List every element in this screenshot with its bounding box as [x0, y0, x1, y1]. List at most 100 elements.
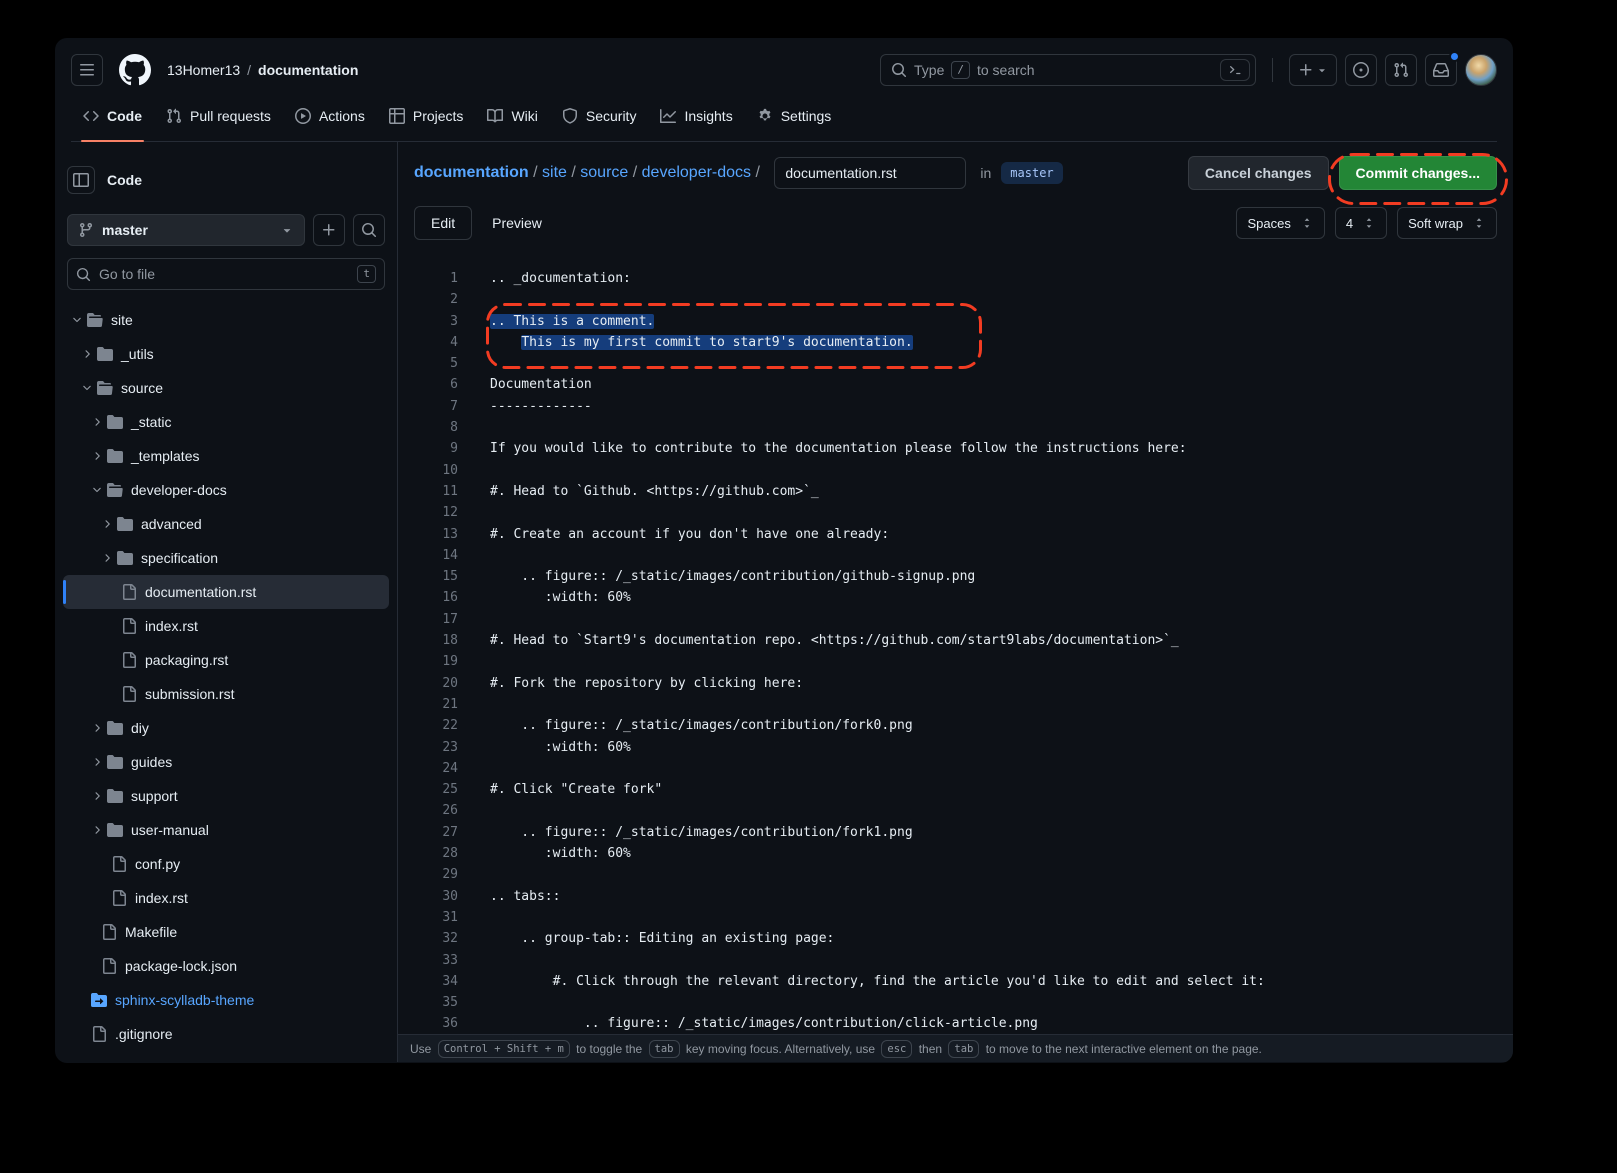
tree-item-_static[interactable]: _static	[63, 405, 389, 439]
code-line-20[interactable]: 20#. Fork the repository by clicking her…	[398, 673, 1513, 694]
tree-item-packaging.rst[interactable]: packaging.rst	[63, 643, 389, 677]
tab-settings[interactable]: Settings	[745, 90, 844, 141]
code-line-1[interactable]: 1.. _documentation:	[398, 268, 1513, 289]
breadcrumb-link[interactable]: source	[580, 164, 628, 182]
global-search-input[interactable]: Type / to search	[880, 54, 1256, 86]
create-new-button[interactable]	[1289, 54, 1337, 86]
tree-item-developer-docs[interactable]: developer-docs	[63, 473, 389, 507]
code-line-10[interactable]: 10	[398, 460, 1513, 481]
tree-item-index.rst[interactable]: index.rst	[63, 609, 389, 643]
code-line-34[interactable]: 34 #. Click through the relevant directo…	[398, 971, 1513, 992]
code-line-18[interactable]: 18#. Head to `Start9's documentation rep…	[398, 630, 1513, 651]
tree-item-package-lock.json[interactable]: package-lock.json	[63, 949, 389, 983]
filename-input[interactable]	[774, 157, 966, 189]
code-line-21[interactable]: 21	[398, 694, 1513, 715]
tab-insights[interactable]: Insights	[648, 90, 744, 141]
branch-row: master	[63, 214, 389, 246]
tree-item-index.rst[interactable]: index.rst	[63, 881, 389, 915]
pull-requests-button[interactable]	[1385, 54, 1417, 86]
breadcrumb-link[interactable]: site	[542, 164, 567, 182]
hamburger-button[interactable]	[71, 54, 103, 86]
collapse-sidebar-button[interactable]	[67, 166, 95, 194]
code-line-33[interactable]: 33	[398, 950, 1513, 971]
new-file-button[interactable]	[313, 214, 345, 246]
user-avatar[interactable]	[1465, 54, 1497, 86]
tree-item-advanced[interactable]: advanced	[63, 507, 389, 541]
code-line-30[interactable]: 30.. tabs::	[398, 886, 1513, 907]
code-line-6[interactable]: 6Documentation	[398, 374, 1513, 395]
code-line-17[interactable]: 17	[398, 609, 1513, 630]
code-line-15[interactable]: 15 .. figure:: /_static/images/contribut…	[398, 566, 1513, 587]
code-line-12[interactable]: 12	[398, 502, 1513, 523]
repo-link[interactable]: documentation	[258, 62, 358, 78]
code-line-11[interactable]: 11#. Head to `Github. <https://github.co…	[398, 481, 1513, 502]
code-line-4[interactable]: 4 This is my first commit to start9's do…	[398, 332, 1513, 353]
code-line-25[interactable]: 25#. Click "Create fork"	[398, 779, 1513, 800]
code-line-36[interactable]: 36 .. figure:: /_static/images/contribut…	[398, 1013, 1513, 1034]
code-line-23[interactable]: 23 :width: 60%	[398, 737, 1513, 758]
go-to-file-input[interactable]: Go to file t	[67, 258, 385, 290]
tab-pull-requests[interactable]: Pull requests	[154, 90, 283, 141]
tree-item-Makefile[interactable]: Makefile	[63, 915, 389, 949]
code-line-5[interactable]: 5	[398, 353, 1513, 374]
tab-code[interactable]: Code	[71, 90, 154, 141]
notifications-button[interactable]	[1425, 54, 1457, 86]
tree-item-.gitignore[interactable]: .gitignore	[63, 1017, 389, 1051]
command-palette-button[interactable]	[1220, 59, 1250, 81]
tree-item-_utils[interactable]: _utils	[63, 337, 389, 371]
code-line-22[interactable]: 22 .. figure:: /_static/images/contribut…	[398, 715, 1513, 736]
search-this-repo-button[interactable]	[353, 214, 385, 246]
branch-badge[interactable]: master	[1001, 162, 1062, 184]
file-icon	[111, 890, 127, 906]
code-line-8[interactable]: 8	[398, 417, 1513, 438]
code-line-2[interactable]: 2	[398, 289, 1513, 310]
tab-projects[interactable]: Projects	[377, 90, 476, 141]
code-line-31[interactable]: 31	[398, 907, 1513, 928]
chevron-right-icon	[91, 824, 103, 836]
tab-edit[interactable]: Edit	[414, 206, 472, 240]
code-line-35[interactable]: 35	[398, 992, 1513, 1013]
chevron-right-icon	[91, 722, 103, 734]
breadcrumb-link[interactable]: documentation	[414, 164, 529, 182]
code-line-7[interactable]: 7-------------	[398, 396, 1513, 417]
commit-changes-button[interactable]: Commit changes...	[1339, 156, 1497, 190]
tree-item-_templates[interactable]: _templates	[63, 439, 389, 473]
code-line-29[interactable]: 29	[398, 864, 1513, 885]
tree-item-specification[interactable]: specification	[63, 541, 389, 575]
tree-item-site[interactable]: site	[63, 303, 389, 337]
tab-security[interactable]: Security	[550, 90, 649, 141]
code-line-16[interactable]: 16 :width: 60%	[398, 587, 1513, 608]
code-line-13[interactable]: 13#. Create an account if you don't have…	[398, 524, 1513, 545]
code-line-28[interactable]: 28 :width: 60%	[398, 843, 1513, 864]
indent-size-select[interactable]: 4	[1335, 207, 1387, 239]
tree-item-guides[interactable]: guides	[63, 745, 389, 779]
code-line-3[interactable]: 3.. This is a comment.	[398, 311, 1513, 332]
tab-wiki[interactable]: Wiki	[475, 90, 549, 141]
tree-item-documentation.rst[interactable]: documentation.rst	[63, 575, 389, 609]
tree-item-source[interactable]: source	[63, 371, 389, 405]
code-line-24[interactable]: 24	[398, 758, 1513, 779]
tree-item-submission.rst[interactable]: submission.rst	[63, 677, 389, 711]
tree-item-sphinx-scylladb-theme[interactable]: sphinx-scylladb-theme	[63, 983, 389, 1017]
breadcrumb-link[interactable]: developer-docs	[642, 164, 751, 182]
code-editor[interactable]: 1.. _documentation:23.. This is a commen…	[398, 248, 1513, 1034]
code-line-9[interactable]: 9If you would like to contribute to the …	[398, 438, 1513, 459]
tree-item-support[interactable]: support	[63, 779, 389, 813]
tree-item-user-manual[interactable]: user-manual	[63, 813, 389, 847]
owner-link[interactable]: 13Homer13	[167, 62, 240, 78]
branch-selector[interactable]: master	[67, 214, 305, 246]
tab-actions[interactable]: Actions	[283, 90, 377, 141]
issues-button[interactable]	[1345, 54, 1377, 86]
code-line-27[interactable]: 27 .. figure:: /_static/images/contribut…	[398, 822, 1513, 843]
cancel-changes-button[interactable]: Cancel changes	[1188, 156, 1329, 190]
indent-mode-select[interactable]: Spaces	[1236, 207, 1324, 239]
code-line-26[interactable]: 26	[398, 800, 1513, 821]
github-logo[interactable]	[119, 54, 151, 86]
code-line-32[interactable]: 32 .. group-tab:: Editing an existing pa…	[398, 928, 1513, 949]
tab-preview[interactable]: Preview	[486, 215, 548, 231]
tree-item-diy[interactable]: diy	[63, 711, 389, 745]
tree-item-conf.py[interactable]: conf.py	[63, 847, 389, 881]
code-line-14[interactable]: 14	[398, 545, 1513, 566]
wrap-mode-select[interactable]: Soft wrap	[1397, 207, 1497, 239]
code-line-19[interactable]: 19	[398, 651, 1513, 672]
